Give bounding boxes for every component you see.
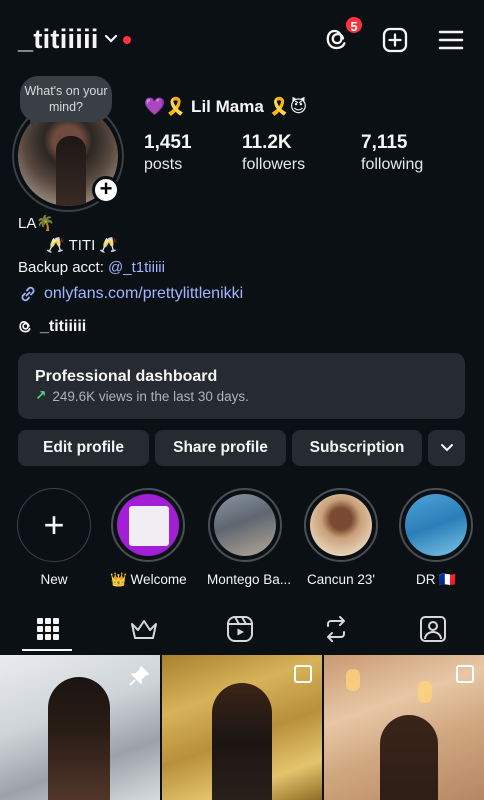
link-icon bbox=[21, 286, 35, 302]
add-story-icon[interactable]: + bbox=[92, 176, 120, 204]
pin-icon bbox=[129, 666, 149, 686]
post-thumbnail[interactable] bbox=[324, 655, 484, 800]
professional-dashboard[interactable]: Professional dashboard ↗ 249.6K views in… bbox=[18, 353, 465, 419]
stat-followers-label: followers bbox=[242, 156, 306, 173]
profile-link-text[interactable]: onlyfans.com/prettylittlenikki bbox=[44, 285, 243, 303]
display-name: 💜🎗️ Lil Mama 🎗️😈 bbox=[144, 97, 308, 116]
crown-icon[interactable] bbox=[128, 613, 160, 645]
reels-icon[interactable] bbox=[224, 613, 256, 645]
tagged-icon[interactable] bbox=[417, 613, 449, 645]
highlight-cover bbox=[214, 494, 276, 556]
carousel-icon bbox=[456, 665, 474, 683]
plus-icon: + bbox=[17, 488, 91, 562]
suggested-accounts-button[interactable] bbox=[428, 430, 465, 466]
highlight-cover bbox=[405, 494, 467, 556]
highlight-label: 👑 Welcome bbox=[110, 572, 187, 587]
reposts-icon[interactable] bbox=[320, 613, 352, 645]
stat-posts-label: posts bbox=[144, 156, 183, 173]
create-post-icon[interactable] bbox=[381, 26, 409, 54]
trend-up-icon: ↗ bbox=[35, 388, 47, 403]
threads-badge: 5 bbox=[344, 15, 364, 35]
edit-profile-button[interactable]: Edit profile bbox=[18, 430, 149, 466]
stat-following-label: following bbox=[361, 156, 424, 173]
threads-handle: _titiiiii bbox=[40, 318, 87, 335]
highlight-label: Cancun 23' bbox=[307, 572, 375, 587]
stat-followers-value: 11.2K bbox=[242, 132, 292, 153]
post-thumbnail[interactable] bbox=[0, 655, 160, 800]
highlight-cover bbox=[117, 494, 179, 556]
highlight-montego[interactable]: Montego Ba... bbox=[207, 488, 292, 587]
menu-icon[interactable] bbox=[437, 26, 465, 54]
carousel-icon bbox=[294, 665, 312, 683]
threads-profile-link[interactable]: _titiiiii bbox=[18, 318, 86, 336]
dashboard-subtitle-text: 249.6K views in the last 30 days. bbox=[52, 388, 249, 404]
stat-posts[interactable]: 1,451 posts bbox=[144, 132, 192, 176]
chevron-down-icon[interactable] bbox=[104, 33, 118, 45]
highlight-cover bbox=[310, 494, 372, 556]
subscription-button[interactable]: Subscription bbox=[292, 430, 422, 466]
stat-posts-value: 1,451 bbox=[144, 132, 192, 153]
dashboard-title: Professional dashboard bbox=[35, 368, 218, 385]
bio-mention-link[interactable]: @_t1tiiiii bbox=[108, 259, 165, 276]
highlight-label: New bbox=[40, 572, 68, 587]
stat-following[interactable]: 7,115 following bbox=[361, 132, 423, 176]
grid-icon[interactable] bbox=[32, 613, 64, 645]
dashboard-subtitle: ↗ 249.6K views in the last 30 days. bbox=[35, 388, 448, 404]
account-notification-dot bbox=[123, 36, 131, 44]
top-bar: _titiiiii 5 bbox=[0, 0, 484, 80]
highlight-welcome[interactable]: 👑 Welcome bbox=[110, 488, 187, 588]
profile-link[interactable]: onlyfans.com/prettylittlenikki bbox=[18, 284, 243, 304]
highlight-new[interactable]: + New bbox=[16, 488, 92, 587]
share-profile-button[interactable]: Share profile bbox=[155, 430, 286, 466]
bio-backup-label: Backup acct: bbox=[18, 259, 109, 276]
profile-username[interactable]: _titiiiii bbox=[18, 24, 99, 55]
chevron-down-icon bbox=[440, 444, 453, 452]
highlight-cancun[interactable]: Cancun 23' bbox=[303, 488, 379, 587]
highlight-dr[interactable]: DR 🇫🇷 bbox=[398, 488, 474, 588]
stat-followers[interactable]: 11.2K followers bbox=[242, 132, 305, 176]
post-thumbnail[interactable] bbox=[162, 655, 322, 800]
threads-small-icon bbox=[19, 321, 31, 333]
highlight-label: DR 🇫🇷 bbox=[415, 572, 457, 587]
highlight-label: Montego Ba... bbox=[207, 572, 292, 587]
bio-line-2: 🥂 TITI 🥂 bbox=[46, 237, 119, 254]
stat-following-value: 7,115 bbox=[361, 132, 408, 153]
active-tab-indicator bbox=[22, 649, 72, 651]
profile-tabs bbox=[0, 605, 484, 653]
bio-line-3: Backup acct: @_t1tiiiii bbox=[18, 258, 165, 278]
bio-line-1: LA🌴 bbox=[18, 215, 56, 232]
note-bubble[interactable]: What's on your mind? bbox=[20, 76, 112, 122]
